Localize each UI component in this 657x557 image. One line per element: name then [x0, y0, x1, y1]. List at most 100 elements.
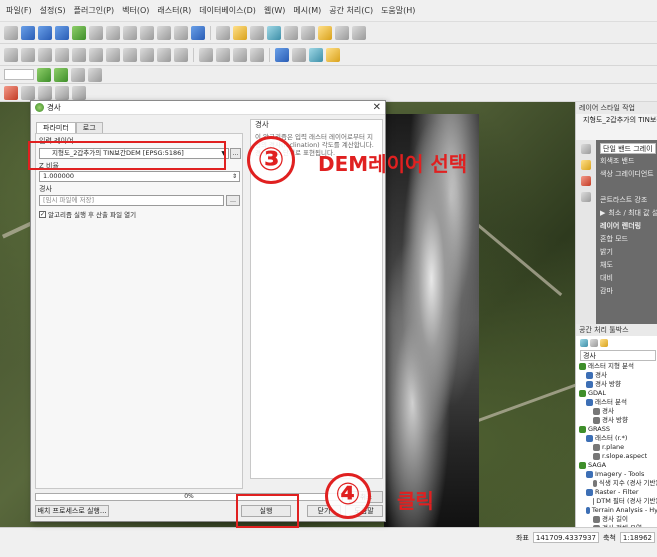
add-feature-icon[interactable] — [38, 47, 52, 62]
menu-item[interactable]: 공간 처리(C) — [329, 5, 373, 16]
toolbox-tree-item[interactable]: 식생 지수 (경사 기반) — [576, 479, 657, 488]
label-change-icon[interactable] — [250, 47, 264, 62]
output-file-input[interactable]: [임시 파일에 저장] — [39, 195, 224, 206]
zoom-in-icon[interactable] — [38, 25, 52, 40]
python-icon[interactable] — [326, 47, 340, 62]
reshape-icon[interactable] — [71, 67, 85, 82]
zoom-full-icon[interactable] — [72, 25, 86, 40]
toolbox-tree-item[interactable]: r.plane — [576, 443, 657, 452]
layer-selector[interactable]: 지형도_2갑추가의 TIN보간DEM — [576, 114, 657, 127]
wrench-icon[interactable] — [72, 85, 86, 100]
menu-item[interactable]: 도움말(H) — [381, 5, 415, 16]
identify-icon[interactable] — [216, 25, 230, 40]
transparency-icon[interactable] — [581, 160, 591, 170]
redo-icon[interactable] — [174, 47, 188, 62]
close-icon[interactable]: ✕ — [373, 102, 381, 113]
toolbox-search-input[interactable]: 경사 — [580, 350, 656, 361]
menu-item[interactable]: 플러그인(P) — [74, 5, 115, 16]
menu-item[interactable]: 벡터(O) — [122, 5, 149, 16]
delete-selected-icon[interactable] — [89, 47, 103, 62]
measure-area-icon[interactable] — [55, 85, 69, 100]
toolbox-tree-item[interactable]: 경사 — [576, 407, 657, 416]
coordinate-field[interactable]: 141709.4337937 — [532, 532, 600, 543]
offset-icon[interactable] — [88, 67, 102, 82]
statistics-sigma-icon[interactable] — [284, 25, 298, 40]
settings-gear-icon[interactable] — [335, 25, 349, 40]
toolbox-tree-item[interactable]: Terrain Analysis - Hy — [576, 506, 657, 515]
database-icon[interactable] — [275, 47, 289, 62]
temporal-icon[interactable] — [174, 25, 188, 40]
route-icon[interactable] — [21, 85, 35, 100]
move-feature-icon[interactable] — [55, 47, 69, 62]
select-icon[interactable] — [233, 25, 247, 40]
globe-icon[interactable] — [309, 47, 323, 62]
toolbox-tree-item[interactable]: 래스터 (r.*) — [576, 434, 657, 443]
refresh-icon[interactable] — [191, 25, 205, 40]
zoom-layer-icon[interactable] — [89, 25, 103, 40]
menu-item[interactable]: 파일(F) — [6, 5, 32, 16]
label-rotate-icon[interactable] — [233, 47, 247, 62]
zoom-last-icon[interactable] — [123, 25, 137, 40]
toolbox-tree-item[interactable]: 래스터 분석 — [576, 398, 657, 407]
toolbox-tree-item[interactable]: r.slope.aspect — [576, 452, 657, 461]
copy-icon[interactable] — [123, 47, 137, 62]
open-output-checkbox[interactable]: ✓ 알고리즘 실행 후 산출 파일 열기 — [39, 209, 136, 219]
toolbox-tree-item[interactable]: Imagery - Tools — [576, 470, 657, 479]
new-map-view-icon[interactable] — [157, 25, 171, 40]
processing-toolbox-icon[interactable] — [267, 25, 281, 40]
minmax-expander[interactable]: ▶ 최소 / 최대 값 설정 — [596, 207, 657, 220]
menu-item[interactable]: 메시(M) — [293, 5, 321, 16]
paste-icon[interactable] — [140, 47, 154, 62]
batch-process-button[interactable]: 배치 프로세스로 실행... — [35, 505, 109, 517]
browse-layer-button[interactable]: … — [230, 148, 241, 159]
undo-icon[interactable] — [157, 47, 171, 62]
history-icon[interactable] — [581, 192, 591, 202]
spin-arrows-icon[interactable]: ⇕ — [232, 172, 237, 181]
layer-combo[interactable] — [4, 69, 34, 80]
map-tips-icon[interactable] — [318, 25, 332, 40]
histogram-icon[interactable] — [581, 176, 591, 186]
output-browse-button[interactable]: … — [226, 195, 240, 206]
crosshair-icon[interactable] — [38, 85, 52, 100]
measure-icon[interactable] — [301, 25, 315, 40]
cut-icon[interactable] — [106, 47, 120, 62]
zoom-selection-icon[interactable] — [106, 25, 120, 40]
toolbox-tree-item[interactable]: SAGA — [576, 461, 657, 470]
plugin-icon[interactable] — [4, 85, 18, 100]
toolbox-gear-icon[interactable] — [580, 338, 588, 347]
zoom-next-icon[interactable] — [140, 25, 154, 40]
layout-manager-icon[interactable] — [292, 47, 306, 62]
toolbox-tree-item[interactable]: Raster - Filter — [576, 488, 657, 497]
toolbox-tree-item[interactable]: 래스터 지형 분석 — [576, 362, 657, 371]
render-type-combo[interactable]: 단일 밴드 그레이 — [600, 143, 656, 154]
symbology-icon[interactable] — [581, 144, 591, 154]
zoom-out-icon[interactable] — [55, 25, 69, 40]
label-icon[interactable] — [199, 47, 213, 62]
toolbox-tree-item[interactable]: 경사 길이 — [576, 515, 657, 524]
new-project-icon[interactable] — [4, 25, 18, 40]
z-factor-input[interactable]: 1.000000 ⇕ — [39, 171, 240, 182]
toolbox-tree-item[interactable]: 경사 방향 — [576, 380, 657, 389]
menu-item[interactable]: 설정(S) — [40, 5, 66, 16]
scale-field[interactable]: 1:18962 — [619, 532, 655, 543]
tab-parameters[interactable]: 파라미터 — [36, 122, 76, 133]
toolbox-tree-item[interactable]: GRASS — [576, 425, 657, 434]
edit-pencil-icon[interactable] — [4, 47, 18, 62]
vertex-tool-icon[interactable] — [72, 47, 86, 62]
split-icon[interactable] — [54, 67, 68, 82]
text-annotation-icon[interactable] — [352, 25, 366, 40]
history-icon[interactable] — [590, 338, 598, 347]
label-pin-icon[interactable] — [216, 47, 230, 62]
toolbox-tree-item[interactable]: 경사 방향 — [576, 416, 657, 425]
pan-icon[interactable] — [21, 25, 35, 40]
menu-item[interactable]: 웹(W) — [264, 5, 286, 16]
toolbox-tree-item[interactable]: 경사 — [576, 371, 657, 380]
save-edits-icon[interactable] — [21, 47, 35, 62]
results-icon[interactable] — [600, 338, 608, 347]
attribute-table-icon[interactable] — [250, 25, 264, 40]
menu-item[interactable]: 데이터베이스(D) — [199, 5, 256, 16]
toolbox-tree-item[interactable]: DTM 필터 (경사 기반) — [576, 497, 657, 506]
toolbox-tree-item[interactable]: GDAL — [576, 389, 657, 398]
filter-icon[interactable] — [37, 67, 51, 82]
tab-log[interactable]: 로그 — [75, 122, 103, 133]
